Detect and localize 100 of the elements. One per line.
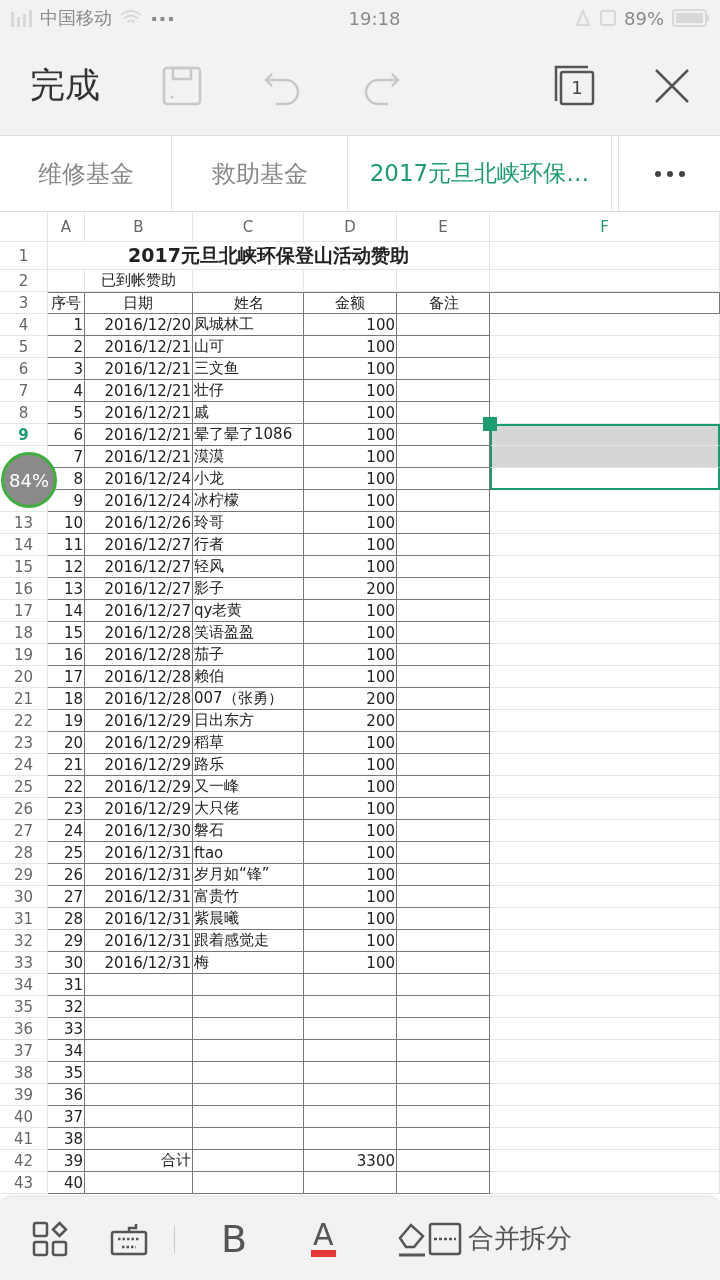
sheet-tab[interactable]: 救助基金 bbox=[172, 136, 348, 211]
table-cell: 6 bbox=[48, 424, 85, 446]
table-cell: 17 bbox=[48, 666, 85, 688]
table-cell: 冰柠檬 bbox=[193, 490, 304, 512]
row-header[interactable]: 14 bbox=[0, 534, 48, 556]
row-header[interactable]: 26 bbox=[0, 798, 48, 820]
row-header[interactable]: 6 bbox=[0, 358, 48, 380]
keyboard-icon[interactable] bbox=[110, 1221, 148, 1256]
row-header[interactable]: 31 bbox=[0, 908, 48, 930]
table-cell: 玲哥 bbox=[193, 512, 304, 534]
row-header[interactable]: 3 bbox=[0, 292, 48, 314]
column-header[interactable]: A bbox=[48, 212, 85, 242]
row-header[interactable]: 15 bbox=[0, 556, 48, 578]
table-cell: 2016/12/29 bbox=[85, 732, 193, 754]
table-cell: 2016/12/21 bbox=[85, 446, 193, 468]
table-cell: 梅 bbox=[193, 952, 304, 974]
table-cell: 13 bbox=[48, 578, 85, 600]
column-header[interactable]: B bbox=[85, 212, 193, 242]
table-cell: 5 bbox=[48, 402, 85, 424]
table-cell: 32 bbox=[48, 996, 85, 1018]
table-cell: 2016/12/31 bbox=[85, 864, 193, 886]
table-cell: 岁月如“锋” bbox=[193, 864, 304, 886]
table-cell: 100 bbox=[304, 358, 397, 380]
table-cell: 2016/12/29 bbox=[85, 710, 193, 732]
row-header[interactable]: 22 bbox=[0, 710, 48, 732]
select-all-corner[interactable] bbox=[0, 212, 48, 242]
close-icon[interactable] bbox=[654, 67, 690, 104]
table-cell: 磐石 bbox=[193, 820, 304, 842]
table-cell: 200 bbox=[304, 688, 397, 710]
row-header[interactable]: 37 bbox=[0, 1040, 48, 1062]
merge-split-button[interactable]: 合并拆分 bbox=[427, 1221, 572, 1256]
battery-level: 89% bbox=[624, 7, 664, 29]
table-cell: 31 bbox=[48, 974, 85, 996]
table-cell: 2016/12/30 bbox=[85, 820, 193, 842]
selection-handle[interactable] bbox=[483, 417, 497, 431]
save-icon[interactable] bbox=[162, 65, 202, 106]
row-header[interactable]: 33 bbox=[0, 952, 48, 974]
done-button[interactable]: 完成 bbox=[30, 62, 100, 109]
table-cell: 100 bbox=[304, 776, 397, 798]
table-cell: 2 bbox=[48, 336, 85, 358]
row-header[interactable]: 16 bbox=[0, 578, 48, 600]
table-cell: 2016/12/29 bbox=[85, 798, 193, 820]
row-header[interactable]: 41 bbox=[0, 1128, 48, 1150]
column-header[interactable]: D bbox=[304, 212, 397, 242]
table-cell: 2016/12/31 bbox=[85, 952, 193, 974]
sheet-tab[interactable]: 维修基金 bbox=[0, 136, 172, 211]
row-header[interactable]: 34 bbox=[0, 974, 48, 996]
row-header[interactable]: 1 bbox=[0, 242, 48, 270]
column-header[interactable]: F bbox=[490, 212, 720, 242]
apps-icon[interactable] bbox=[32, 1220, 68, 1257]
row-header[interactable]: 7 bbox=[0, 380, 48, 402]
row-header[interactable]: 13 bbox=[0, 512, 48, 534]
table-cell: 100 bbox=[304, 534, 397, 556]
row-header[interactable]: 35 bbox=[0, 996, 48, 1018]
table-cell: 合计 bbox=[85, 1150, 193, 1172]
row-header[interactable]: 40 bbox=[0, 1106, 48, 1128]
row-header[interactable]: 42 bbox=[0, 1150, 48, 1172]
row-header[interactable]: 32 bbox=[0, 930, 48, 952]
row-header[interactable]: 17 bbox=[0, 600, 48, 622]
row-header[interactable]: 21 bbox=[0, 688, 48, 710]
row-header[interactable]: 8 bbox=[0, 402, 48, 424]
row-header[interactable]: 25 bbox=[0, 776, 48, 798]
table-cell: 100 bbox=[304, 952, 397, 974]
table-header: 金额 bbox=[304, 292, 397, 314]
table-cell: 2016/12/29 bbox=[85, 776, 193, 798]
row-header[interactable]: 18 bbox=[0, 622, 48, 644]
row-header[interactable]: 43 bbox=[0, 1172, 48, 1194]
row-header[interactable]: 9 bbox=[0, 424, 48, 446]
table-cell: 轻风 bbox=[193, 556, 304, 578]
table-header: 序号 bbox=[48, 292, 85, 314]
sheet-tab[interactable]: 2017元旦北峡环保… bbox=[348, 136, 612, 211]
row-header[interactable]: 28 bbox=[0, 842, 48, 864]
row-header[interactable]: 39 bbox=[0, 1084, 48, 1106]
font-color-button[interactable]: A bbox=[311, 1220, 336, 1257]
column-header[interactable]: C bbox=[193, 212, 304, 242]
table-cell: 100 bbox=[304, 512, 397, 534]
row-header[interactable]: 23 bbox=[0, 732, 48, 754]
table-cell: 24 bbox=[48, 820, 85, 842]
row-header[interactable]: 29 bbox=[0, 864, 48, 886]
column-header[interactable]: E bbox=[397, 212, 490, 242]
row-header[interactable]: 36 bbox=[0, 1018, 48, 1040]
row-header[interactable]: 27 bbox=[0, 820, 48, 842]
row-header[interactable]: 2 bbox=[0, 270, 48, 292]
row-header[interactable]: 20 bbox=[0, 666, 48, 688]
row-header[interactable]: 5 bbox=[0, 336, 48, 358]
table-cell: 23 bbox=[48, 798, 85, 820]
row-header[interactable]: 38 bbox=[0, 1062, 48, 1084]
row-header[interactable]: 19 bbox=[0, 644, 48, 666]
bold-button[interactable]: B bbox=[221, 1216, 248, 1261]
table-cell: 100 bbox=[304, 666, 397, 688]
row-header[interactable]: 24 bbox=[0, 754, 48, 776]
row-header[interactable]: 30 bbox=[0, 886, 48, 908]
row-header[interactable]: 4 bbox=[0, 314, 48, 336]
table-cell: 30 bbox=[48, 952, 85, 974]
table-cell: 28 bbox=[48, 908, 85, 930]
table-cell: 紫晨曦 bbox=[193, 908, 304, 930]
status-more: ··· bbox=[150, 5, 176, 31]
table-cell: 22 bbox=[48, 776, 85, 798]
table-cell: 100 bbox=[304, 402, 397, 424]
table-cell: 2016/12/31 bbox=[85, 908, 193, 930]
